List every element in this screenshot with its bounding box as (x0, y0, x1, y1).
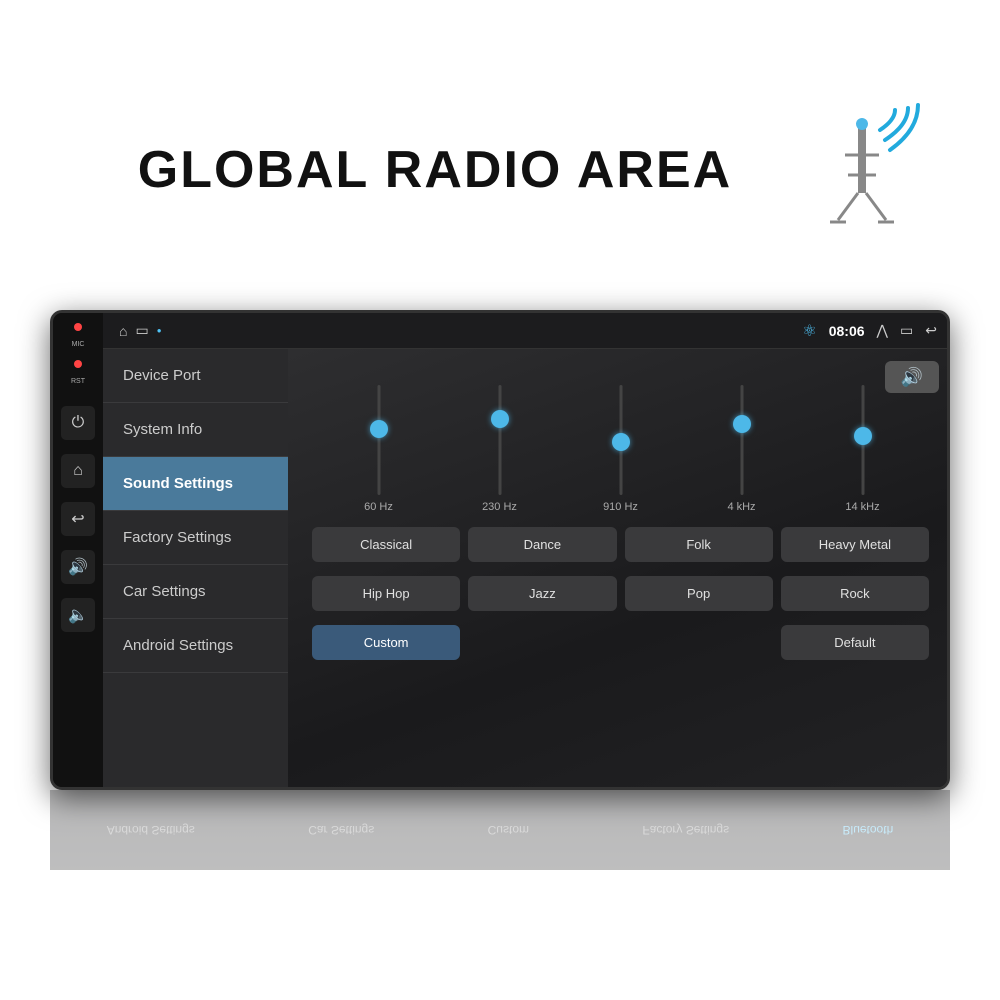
reflection-car: Car Settings (308, 823, 374, 837)
preset-classical[interactable]: Classical (312, 527, 460, 562)
sound-panel: 🔊 60 Hz (288, 349, 950, 787)
preset-default[interactable]: Default (781, 625, 929, 660)
reflection-android: Android Settings (107, 823, 195, 837)
top-section: GLOBAL RADIO AREA (0, 0, 1000, 310)
eq-label-14khz: 14 kHz (845, 501, 879, 513)
status-left-icons: ⌂ ▭ ● (119, 322, 802, 339)
nav-menu: Device Port System Info Sound Settings F… (103, 349, 288, 787)
back-button[interactable]: ↩ (61, 502, 95, 536)
dot-icon: ● (157, 326, 162, 335)
eq-channel-4khz: 4 kHz (702, 385, 782, 513)
presets-row-2: Hip Hop Jazz Pop Rock (308, 576, 933, 611)
eq-track-4k (740, 385, 743, 495)
preset-pop[interactable]: Pop (625, 576, 773, 611)
eq-channel-230hz: 230 Hz (460, 385, 540, 513)
mic-indicator (74, 323, 82, 331)
eq-label-60hz: 60 Hz (364, 501, 393, 513)
preset-custom[interactable]: Custom (312, 625, 460, 660)
window-icon: ▭ (900, 322, 913, 339)
eq-handle-910hz[interactable] (612, 433, 630, 451)
eq-slider-230hz[interactable] (490, 385, 510, 495)
preset-jazz[interactable]: Jazz (468, 576, 616, 611)
preset-hip-hop[interactable]: Hip Hop (312, 576, 460, 611)
eq-handle-4khz[interactable] (733, 415, 751, 433)
signal-icon: ⋀ (877, 322, 888, 339)
sound-toggle-button[interactable]: 🔊 (885, 361, 939, 393)
rst-label: RST (71, 378, 85, 385)
home-icon: ⌂ (119, 323, 127, 339)
apps-icon: ▭ (135, 322, 148, 339)
device-frame: MIC RST ⏻ ⌂ ↩ 🔊 🔈 ⌂ ▭ ● ⚛ 08:06 ⋀ ▭ ↩ (50, 310, 950, 790)
eq-channel-14khz: 14 kHz (823, 385, 903, 513)
power-button[interactable]: ⏻ (61, 406, 95, 440)
eq-label-910hz: 910 Hz (603, 501, 638, 513)
eq-slider-4khz[interactable] (732, 385, 752, 495)
eq-slider-910hz[interactable] (611, 385, 631, 495)
eq-track (377, 385, 380, 495)
nav-item-android-settings[interactable]: Android Settings (103, 619, 288, 673)
reflection: Android Settings Car Settings Custom Fac… (50, 790, 950, 870)
volume-up-button[interactable]: 🔊 (61, 550, 95, 584)
nav-item-car-settings[interactable]: Car Settings (103, 565, 288, 619)
nav-back-icon: ↩ (925, 322, 937, 339)
status-right-icons: ⚛ 08:06 ⋀ ▭ ↩ (802, 321, 937, 341)
preset-heavy-metal[interactable]: Heavy Metal (781, 527, 929, 562)
title-area: GLOBAL RADIO AREA (0, 110, 1000, 230)
reflection-custom: Custom (488, 823, 529, 837)
nav-item-system-info[interactable]: System Info (103, 403, 288, 457)
side-buttons: MIC RST ⏻ ⌂ ↩ 🔊 🔈 (53, 313, 103, 787)
status-bar: ⌂ ▭ ● ⚛ 08:06 ⋀ ▭ ↩ (103, 313, 950, 349)
nav-item-device-port[interactable]: Device Port (103, 349, 288, 403)
presets-row-1: Classical Dance Folk Heavy Metal (308, 527, 933, 562)
eq-area: 60 Hz 230 Hz (308, 373, 933, 513)
screen: ⌂ ▭ ● ⚛ 08:06 ⋀ ▭ ↩ Device Port System I… (103, 313, 950, 787)
eq-handle-14khz[interactable] (854, 427, 872, 445)
rst-indicator (74, 360, 82, 368)
nav-item-factory-settings[interactable]: Factory Settings (103, 511, 288, 565)
eq-handle-60hz[interactable] (370, 420, 388, 438)
preset-folk[interactable]: Folk (625, 527, 773, 562)
eq-label-4khz: 4 kHz (727, 501, 755, 513)
eq-handle-230hz[interactable] (491, 410, 509, 428)
mic-label: MIC (72, 341, 85, 348)
content-area: Device Port System Info Sound Settings F… (103, 349, 950, 787)
eq-label-230hz: 230 Hz (482, 501, 517, 513)
eq-track-230 (498, 385, 501, 495)
eq-slider-14khz[interactable] (853, 385, 873, 495)
speaker-icon: 🔊 (901, 367, 923, 388)
bottom-row: Custom Default (308, 625, 933, 660)
home-button[interactable]: ⌂ (61, 454, 95, 488)
page-title: GLOBAL RADIO AREA (80, 140, 790, 200)
reflection-factory: Factory Settings (642, 823, 729, 837)
bluetooth-icon: ⚛ (802, 321, 816, 341)
eq-channel-60hz: 60 Hz (339, 385, 419, 513)
eq-slider-60hz[interactable] (369, 385, 389, 495)
preset-dance[interactable]: Dance (468, 527, 616, 562)
eq-channel-910hz: 910 Hz (581, 385, 661, 513)
antenna-icon (810, 100, 920, 230)
volume-down-button[interactable]: 🔈 (61, 598, 95, 632)
nav-item-sound-settings[interactable]: Sound Settings (103, 457, 288, 511)
preset-rock[interactable]: Rock (781, 576, 929, 611)
reflection-bluetooth: Bluetooth (843, 823, 894, 837)
time-display: 08:06 (829, 323, 865, 339)
